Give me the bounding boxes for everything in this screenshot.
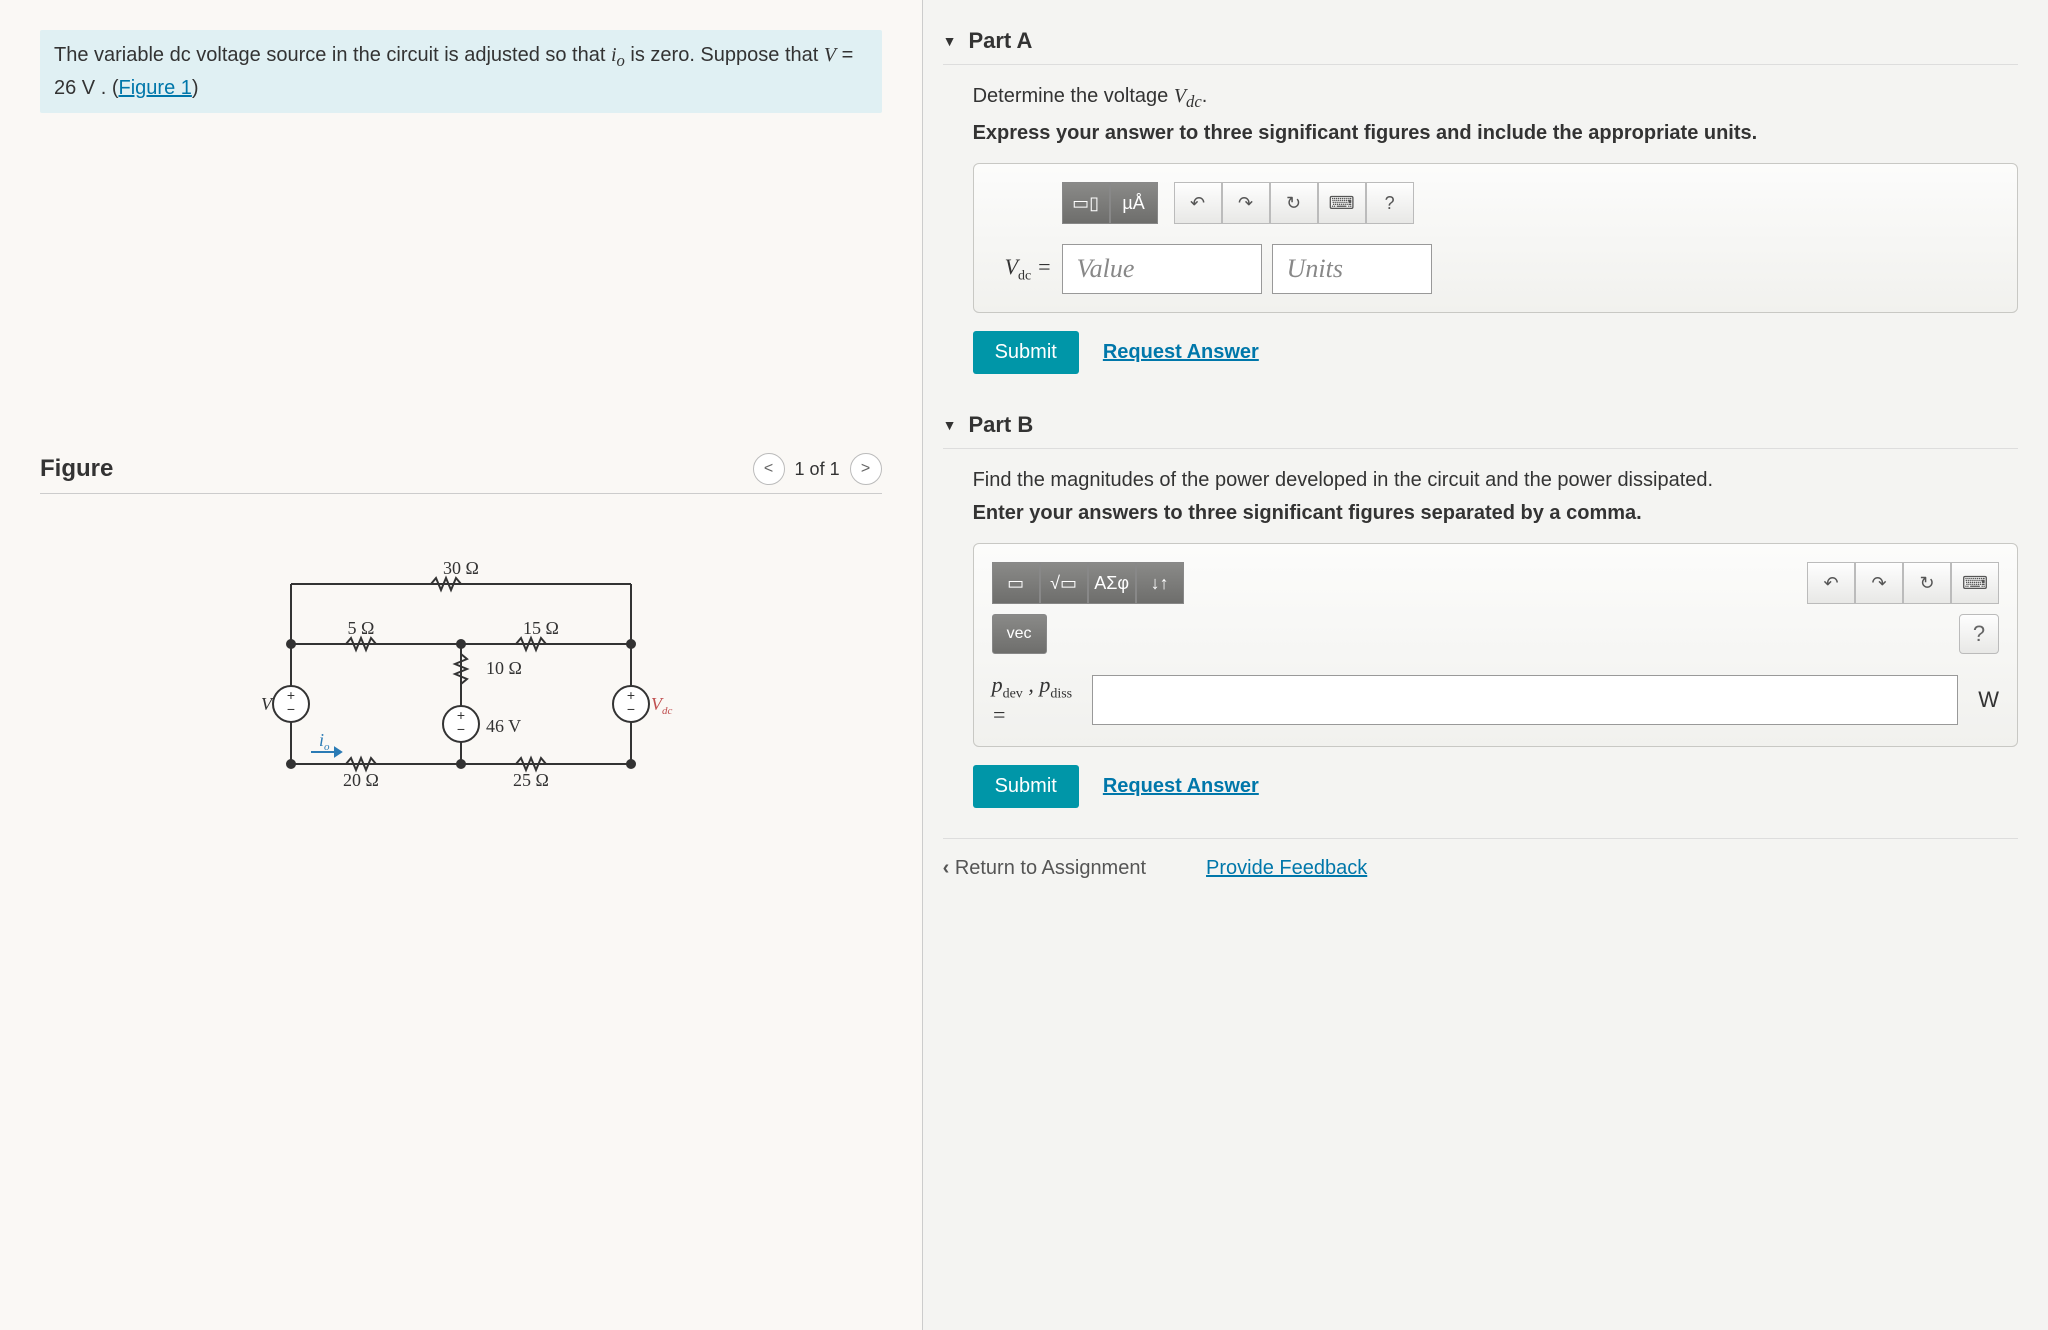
request-answer-link[interactable]: Request Answer (1103, 775, 1259, 798)
svg-text:−: − (287, 701, 295, 717)
part-a-header[interactable]: ▼ Part A (943, 20, 2018, 65)
redo-button[interactable]: ↷ (1855, 562, 1903, 604)
svg-text:15 Ω: 15 Ω (523, 618, 559, 638)
part-b-header[interactable]: ▼ Part B (943, 404, 2018, 449)
value-input[interactable]: Value (1062, 244, 1262, 294)
provide-feedback-link[interactable]: Provide Feedback (1206, 857, 1367, 880)
svg-text:20 Ω: 20 Ω (343, 770, 379, 790)
part-a-answer-box: ▭▯ µÅ ↶ ↷ ↻ ⌨ ? Vdc = Value Units (973, 163, 2018, 313)
value-input[interactable] (1092, 675, 1959, 725)
reset-button[interactable]: ↻ (1270, 182, 1318, 224)
help-button[interactable]: ? (1959, 614, 1999, 654)
svg-text:Vdc: Vdc (651, 694, 673, 717)
vec-button[interactable]: vec (992, 614, 1047, 654)
undo-button[interactable]: ↶ (1174, 182, 1222, 224)
keyboard-button[interactable]: ⌨ (1951, 562, 1999, 604)
figure-nav-label: 1 of 1 (795, 459, 840, 480)
problem-close: ) (192, 77, 199, 99)
units-button[interactable]: µÅ (1110, 182, 1158, 224)
svg-text:−: − (627, 701, 635, 717)
figure-title: Figure (40, 455, 113, 483)
svg-text:30 Ω: 30 Ω (443, 558, 479, 578)
keyboard-button[interactable]: ⌨ (1318, 182, 1366, 224)
sqrt-button[interactable]: √▭ (1040, 562, 1088, 604)
svg-text:10 Ω: 10 Ω (486, 658, 522, 678)
part-b-instruction: Enter your answers to three significant … (973, 502, 2018, 525)
part-a-instruction: Express your answer to three significant… (973, 122, 2018, 145)
io-symbol: io (611, 44, 625, 66)
figure-link[interactable]: Figure 1 (119, 77, 192, 99)
caret-down-icon: ▼ (943, 417, 957, 433)
subscript-button[interactable]: ↓↑ (1136, 562, 1184, 604)
svg-text:25 Ω: 25 Ω (513, 770, 549, 790)
v-symbol: V (824, 44, 836, 66)
greek-button[interactable]: ΑΣφ (1088, 562, 1136, 604)
reset-button[interactable]: ↻ (1903, 562, 1951, 604)
unit-label: W (1978, 687, 1999, 713)
part-b-prompt: Find the magnitudes of the power develop… (973, 469, 2018, 492)
caret-down-icon: ▼ (943, 33, 957, 49)
problem-statement: The variable dc voltage source in the ci… (40, 30, 882, 113)
request-answer-link[interactable]: Request Answer (1103, 341, 1259, 364)
figure-next-button[interactable]: > (850, 453, 882, 485)
part-a-prompt: Determine the voltage Vdc. (973, 85, 2018, 112)
problem-text-3: . ( (95, 77, 118, 99)
undo-button[interactable]: ↶ (1807, 562, 1855, 604)
svg-text:−: − (457, 721, 465, 737)
templates-button[interactable]: ▭▯ (1062, 182, 1110, 224)
svg-text:io: io (319, 730, 330, 753)
part-a-variable: Vdc = (992, 254, 1052, 284)
submit-button[interactable]: Submit (973, 331, 1079, 374)
problem-text-1: The variable dc voltage source in the ci… (54, 44, 611, 66)
part-b-answer-box: ▭ √▭ ΑΣφ ↓↑ ↶ ↷ ↻ ⌨ vec ? pdev , pdiss= (973, 543, 2018, 747)
help-button[interactable]: ? (1366, 182, 1414, 224)
units-input[interactable]: Units (1272, 244, 1432, 294)
format-button[interactable]: ▭ (992, 562, 1040, 604)
svg-text:5 Ω: 5 Ω (347, 618, 374, 638)
problem-text-2: is zero. Suppose that (625, 44, 824, 66)
submit-button[interactable]: Submit (973, 765, 1079, 808)
redo-button[interactable]: ↷ (1222, 182, 1270, 224)
svg-text:46 V: 46 V (486, 716, 521, 736)
part-b-variable: pdev , pdiss= (992, 672, 1082, 728)
figure-prev-button[interactable]: < (753, 453, 785, 485)
circuit-diagram: + − + − + − 30 Ω 5 Ω 15 Ω 10 Ω 46 V 20 Ω… (231, 534, 691, 814)
part-a-title: Part A (968, 28, 1032, 54)
return-link[interactable]: Return to Assignment (943, 857, 1146, 880)
part-b-title: Part B (968, 412, 1033, 438)
